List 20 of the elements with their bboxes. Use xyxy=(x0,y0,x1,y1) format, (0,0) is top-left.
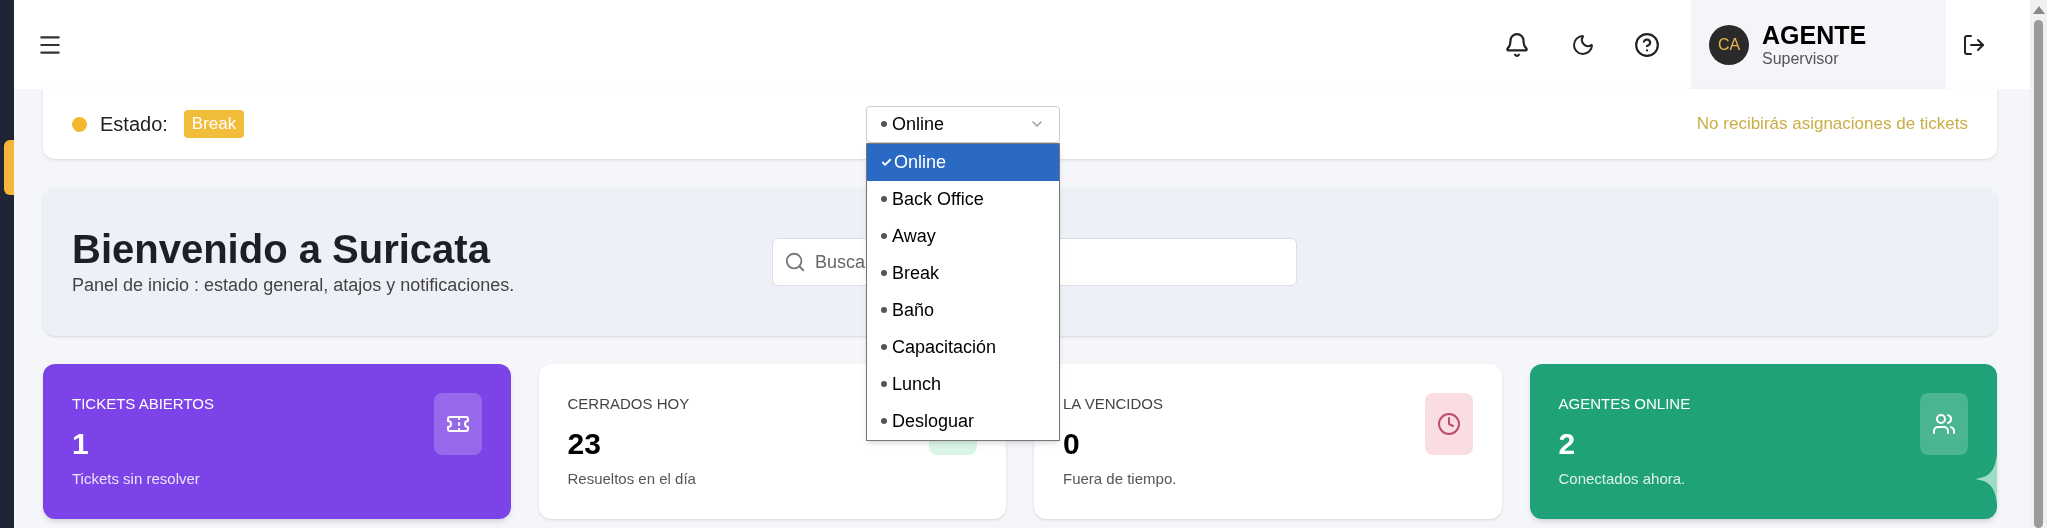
avatar: CA xyxy=(1709,24,1749,65)
card-caption: Tickets sin resolver xyxy=(72,468,201,489)
status-label: Estado: xyxy=(100,112,168,137)
card-title: AGENTES ONLINE xyxy=(1558,394,1691,414)
card-title: LA VENCIDOS xyxy=(1063,394,1165,414)
user-role: Supervisor xyxy=(1762,48,1840,69)
card-caption: Resueltos en el día xyxy=(567,468,696,489)
welcome-subtitle: Panel de inicio : estado general, atajos y notificaciones. xyxy=(72,273,516,297)
card-title: CERRADOS HOY xyxy=(567,394,691,414)
welcome-title: Bienvenido a Suricata xyxy=(72,225,492,272)
card-caption: Conectados ahora. xyxy=(1558,468,1687,489)
status-badge: Break xyxy=(183,110,245,138)
status-note: No recibirás asignaciones de tickets xyxy=(1696,113,1968,136)
card-caption: Fuera de tiempo. xyxy=(1063,468,1177,489)
card-value: 23 xyxy=(567,425,602,462)
user-name: AGENTE xyxy=(1762,20,1867,49)
card-value: 2 xyxy=(1558,425,1577,462)
card-value: 1 xyxy=(72,425,90,462)
card-title: TICKETS ABIERTOS xyxy=(72,394,214,414)
card-value: 0 xyxy=(1063,425,1081,462)
